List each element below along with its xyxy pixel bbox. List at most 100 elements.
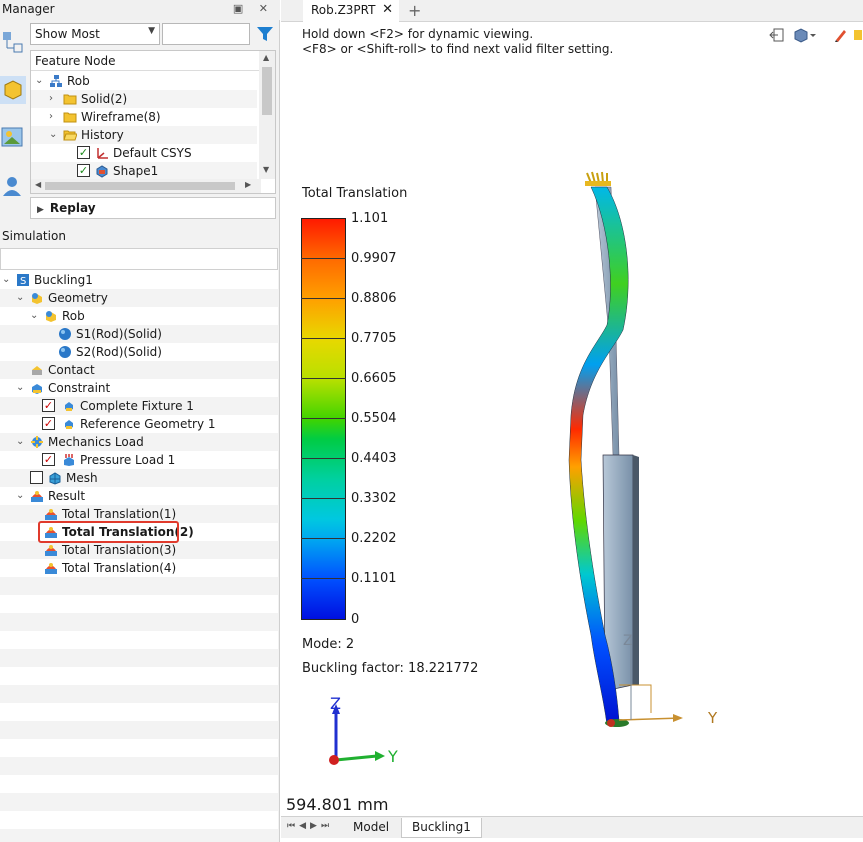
result-plot-icon — [45, 545, 57, 556]
tree-item-shape1[interactable]: ✓ Shape1 — [31, 162, 257, 180]
chevron-down-icon[interactable]: ⌄ — [16, 289, 24, 307]
mode-label: Mode: 2 — [302, 637, 355, 652]
tab-model[interactable]: Model — [343, 818, 399, 838]
triad-z-label: Z — [330, 694, 341, 713]
feature-tree: Feature Node ⌄ Rob › Solid(2) › Wirefram… — [30, 50, 276, 194]
simulation-filter-input[interactable] — [0, 248, 278, 270]
load-icon — [31, 436, 43, 448]
sim-item-reference-geometry[interactable]: ✓ Reference Geometry 1 — [0, 415, 278, 433]
chevron-down-icon: ▼ — [148, 26, 155, 36]
legend-value: 0.2202 — [351, 531, 397, 546]
sim-item-total-translation-4[interactable]: Total Translation(4) — [0, 559, 278, 577]
visibility-checkbox[interactable]: ✓ — [42, 453, 55, 466]
sim-item-buckling1[interactable]: ⌄ S Buckling1 — [0, 271, 278, 289]
graphics-area[interactable]: Rob.Z3PRT ✕ + Hold down <F2> for dynamic… — [281, 0, 863, 842]
empty-row — [0, 649, 278, 667]
view-manager-icon[interactable] — [0, 124, 26, 152]
show-filter-dropdown[interactable]: Show Most ▼ — [30, 23, 160, 45]
legend-value: 0.8806 — [351, 291, 397, 306]
sim-item-complete-fixture[interactable]: ✓ Complete Fixture 1 — [0, 397, 278, 415]
filter-input[interactable] — [162, 23, 250, 45]
sim-item-result[interactable]: ⌄ Result — [0, 487, 278, 505]
exit-icon[interactable] — [769, 27, 785, 43]
tree-vertical-scrollbar[interactable]: ▲ ▼ — [259, 51, 275, 179]
legend-value: 0.5504 — [351, 411, 397, 426]
chevron-down-icon[interactable]: ⌄ — [16, 379, 24, 397]
user-manager-icon[interactable] — [0, 172, 26, 200]
feature-tree-header: Feature Node — [31, 51, 261, 71]
legend-tick — [301, 458, 346, 459]
view-style-icon[interactable] — [793, 27, 817, 43]
open-folder-icon — [63, 130, 77, 141]
chevron-right-icon[interactable]: › — [49, 108, 53, 126]
panel-window-controls[interactable]: ▣ ✕ — [233, 2, 274, 15]
legend-value: 0.7705 — [351, 331, 397, 346]
chevron-down-icon[interactable]: ⌄ — [2, 271, 10, 289]
pressure-load-icon — [64, 454, 74, 466]
shape-feature-icon — [96, 165, 108, 178]
empty-row — [0, 721, 278, 739]
visibility-checkbox[interactable]: ✓ — [42, 417, 55, 430]
chevron-down-icon[interactable]: ⌄ — [30, 307, 38, 325]
sim-item-rob[interactable]: ⌄ Rob — [0, 307, 278, 325]
chevron-down-icon[interactable]: ⌄ — [16, 433, 24, 451]
hint-line-2: <F8> or <Shift-roll> to find next valid … — [302, 42, 614, 56]
buckling-factor-label: Buckling factor: 18.221772 — [302, 661, 479, 676]
sim-item-constraint[interactable]: ⌄ Constraint — [0, 379, 278, 397]
sim-item-mechanics-load[interactable]: ⌄ Mechanics Load — [0, 433, 278, 451]
result-plot-icon — [45, 509, 57, 520]
legend-tick — [301, 338, 346, 339]
sim-item-s2[interactable]: S2(Rod)(Solid) — [0, 343, 278, 361]
tree-item-default-csys[interactable]: ✓ Default CSYS — [31, 144, 257, 162]
visibility-checkbox[interactable]: ✓ — [77, 164, 90, 177]
tab-nav-arrows[interactable]: ⏮◀▶⏭ — [287, 821, 333, 831]
visibility-checkbox[interactable]: ✓ — [77, 146, 90, 159]
tree-item-rob[interactable]: ⌄ Rob — [31, 72, 257, 90]
distance-readout: 594.801 mm — [286, 795, 389, 814]
legend-value: 0.9907 — [351, 251, 397, 266]
deformed-model-view[interactable]: Z — [561, 165, 761, 740]
display-icon[interactable] — [853, 27, 863, 43]
chevron-down-icon[interactable]: ⌄ — [16, 487, 24, 505]
empty-row — [0, 829, 278, 842]
legend-value: 0.3302 — [351, 491, 397, 506]
sim-item-mesh[interactable]: Mesh — [0, 469, 278, 487]
tree-item-wireframe[interactable]: › Wireframe(8) — [31, 108, 257, 126]
svg-text:S: S — [20, 276, 26, 287]
legend-tick — [301, 538, 346, 539]
legend-tick — [301, 498, 346, 499]
sim-item-pressure-load[interactable]: ✓ Pressure Load 1 — [0, 451, 278, 469]
part-icon — [46, 311, 56, 322]
document-tab-bar: Rob.Z3PRT ✕ + — [281, 0, 863, 22]
replay-label: Replay — [49, 201, 96, 215]
fixture-markers — [585, 171, 611, 186]
contact-icon — [32, 366, 42, 375]
geometry-icon — [32, 293, 42, 304]
tree-item-history[interactable]: ⌄ History — [31, 126, 257, 144]
sim-item-s1[interactable]: S1(Rod)(Solid) — [0, 325, 278, 343]
legend-tick — [301, 378, 346, 379]
chevron-down-icon[interactable]: ⌄ — [49, 126, 57, 144]
edit-icon[interactable] — [833, 27, 849, 43]
tree-item-solid[interactable]: › Solid(2) — [31, 90, 257, 108]
sim-item-total-translation-3[interactable]: Total Translation(3) — [0, 541, 278, 559]
filter-icon[interactable] — [253, 23, 277, 45]
legend-tick — [301, 578, 346, 579]
legend-title: Total Translation — [302, 186, 408, 201]
chevron-right-icon[interactable]: › — [49, 90, 53, 108]
assembly-tree-icon[interactable] — [0, 28, 26, 56]
tree-horizontal-scrollbar[interactable]: ◀ ▶ — [31, 179, 261, 193]
document-tab[interactable]: Rob.Z3PRT ✕ — [303, 0, 399, 22]
sim-item-geometry[interactable]: ⌄ Geometry — [0, 289, 278, 307]
add-tab-icon[interactable]: + — [408, 1, 421, 20]
chevron-down-icon[interactable]: ⌄ — [35, 72, 43, 90]
close-icon[interactable]: ✕ — [382, 2, 393, 17]
chevron-right-icon: ▶ — [37, 205, 44, 215]
mesh-checkbox[interactable] — [30, 471, 43, 484]
part-manager-icon[interactable] — [0, 76, 26, 104]
tab-buckling1[interactable]: Buckling1 — [401, 818, 482, 838]
sim-item-contact[interactable]: Contact — [0, 361, 278, 379]
visibility-checkbox[interactable]: ✓ — [42, 399, 55, 412]
replay-section[interactable]: ▶ Replay — [30, 197, 276, 219]
empty-row — [0, 757, 278, 775]
